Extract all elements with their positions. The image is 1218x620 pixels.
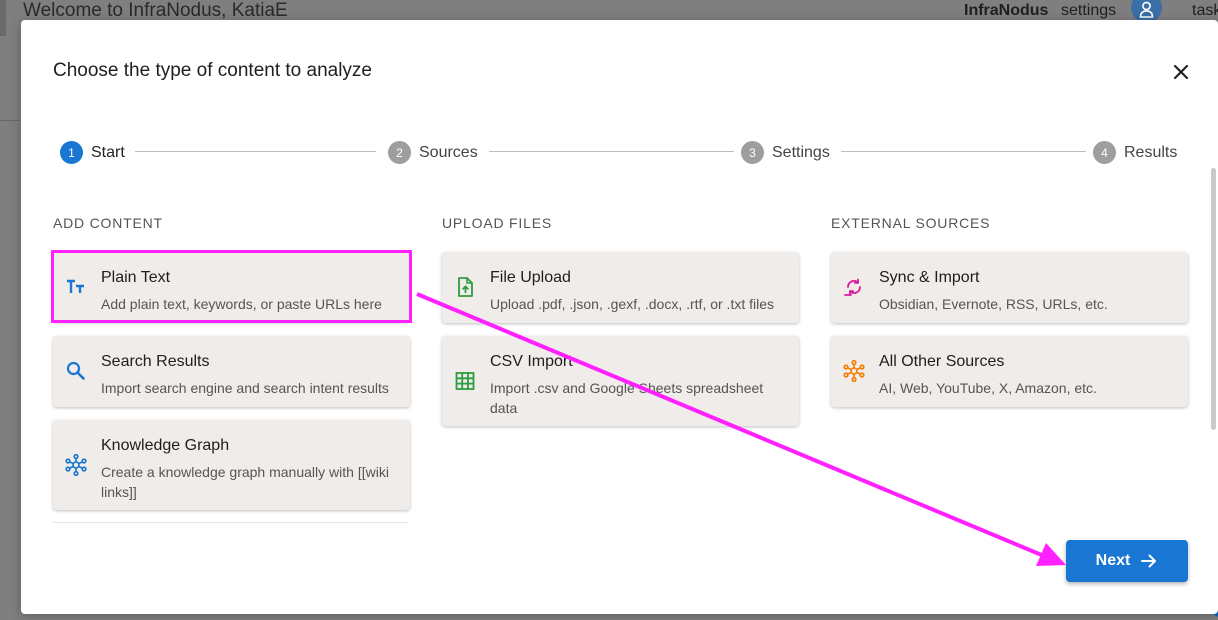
step-connector (489, 151, 734, 152)
card-title: Sync & Import (879, 269, 980, 286)
card-description: Import search engine and search intent r… (101, 380, 389, 396)
search-icon (66, 361, 85, 380)
card-title: File Upload (490, 269, 571, 286)
card-csv-import[interactable]: CSV Import Import .csv and Google Sheets… (442, 336, 799, 426)
card-all-other-sources[interactable]: All Other Sources AI, Web, YouTube, X, A… (831, 336, 1188, 407)
step-number: 3 (741, 141, 764, 164)
card-description: AI, Web, YouTube, X, Amazon, etc. (879, 380, 1097, 396)
background-edge (0, 0, 6, 36)
section-title-upload-files: UPLOAD FILES (442, 215, 552, 231)
background-welcome-title: Welcome to InfraNodus, KatiaE (23, 0, 288, 21)
step-connector (135, 151, 376, 152)
close-icon (1173, 64, 1189, 80)
step-label: Sources (419, 143, 478, 161)
step-label: Start (91, 143, 125, 161)
grid-icon (455, 372, 475, 390)
card-title: Search Results (101, 353, 210, 370)
sync-icon (844, 278, 861, 296)
content-type-dialog: Choose the type of content to analyze 1 … (21, 20, 1218, 614)
card-title: Plain Text (101, 269, 171, 286)
background-brand[interactable]: InfraNodus (964, 2, 1048, 20)
background-tasks-link[interactable]: task (1192, 2, 1218, 20)
network-icon (843, 360, 865, 382)
section-title-add-content: ADD CONTENT (53, 215, 163, 231)
card-plain-text[interactable]: Plain Text Add plain text, keywords, or … (53, 252, 410, 322)
hub-icon (65, 454, 87, 476)
card-description: Import .csv and Google Sheets spreadshee… (490, 380, 764, 416)
card-file-upload[interactable]: File Upload Upload .pdf, .json, .gexf, .… (442, 252, 799, 323)
card-knowledge-graph[interactable]: Knowledge Graph Create a knowledge graph… (53, 420, 410, 510)
file-upload-icon (458, 277, 473, 297)
background-divider (0, 120, 20, 121)
card-description: Add plain text, keywords, or paste URLs … (101, 296, 382, 312)
step-number: 4 (1093, 141, 1116, 164)
next-button[interactable]: Next (1066, 540, 1188, 582)
step-settings: 3 Settings (741, 141, 830, 164)
step-start: 1 Start (60, 141, 125, 164)
section-title-external-sources: EXTERNAL SOURCES (831, 215, 991, 231)
next-button-label: Next (1095, 552, 1131, 569)
step-sources: 2 Sources (388, 141, 478, 164)
card-search-results[interactable]: Search Results Import search engine and … (53, 336, 410, 407)
step-number: 1 (60, 141, 83, 164)
card-description: Obsidian, Evernote, RSS, URLs, etc. (879, 296, 1108, 312)
step-results: 4 Results (1093, 141, 1177, 164)
card-sync-import[interactable]: Sync & Import Obsidian, Evernote, RSS, U… (831, 252, 1188, 323)
scrollbar[interactable] (1211, 168, 1216, 430)
arrow-right-icon (1141, 554, 1157, 568)
text-format-icon (67, 279, 84, 293)
step-number: 2 (388, 141, 411, 164)
list-divider (53, 522, 409, 523)
card-title: Knowledge Graph (101, 437, 230, 454)
step-connector (841, 151, 1086, 152)
step-label: Results (1124, 143, 1178, 161)
user-icon (1139, 1, 1154, 18)
background-settings-link[interactable]: settings (1061, 2, 1116, 20)
card-description: Create a knowledge graph manually with [… (101, 464, 389, 500)
card-description: Upload .pdf, .json, .gexf, .docx, .rtf, … (490, 296, 775, 312)
step-label: Settings (772, 143, 830, 161)
close-button[interactable] (1169, 60, 1193, 84)
card-title: CSV Import (490, 353, 573, 370)
dialog-title: Choose the type of content to analyze (53, 60, 372, 81)
card-title: All Other Sources (879, 353, 1005, 370)
